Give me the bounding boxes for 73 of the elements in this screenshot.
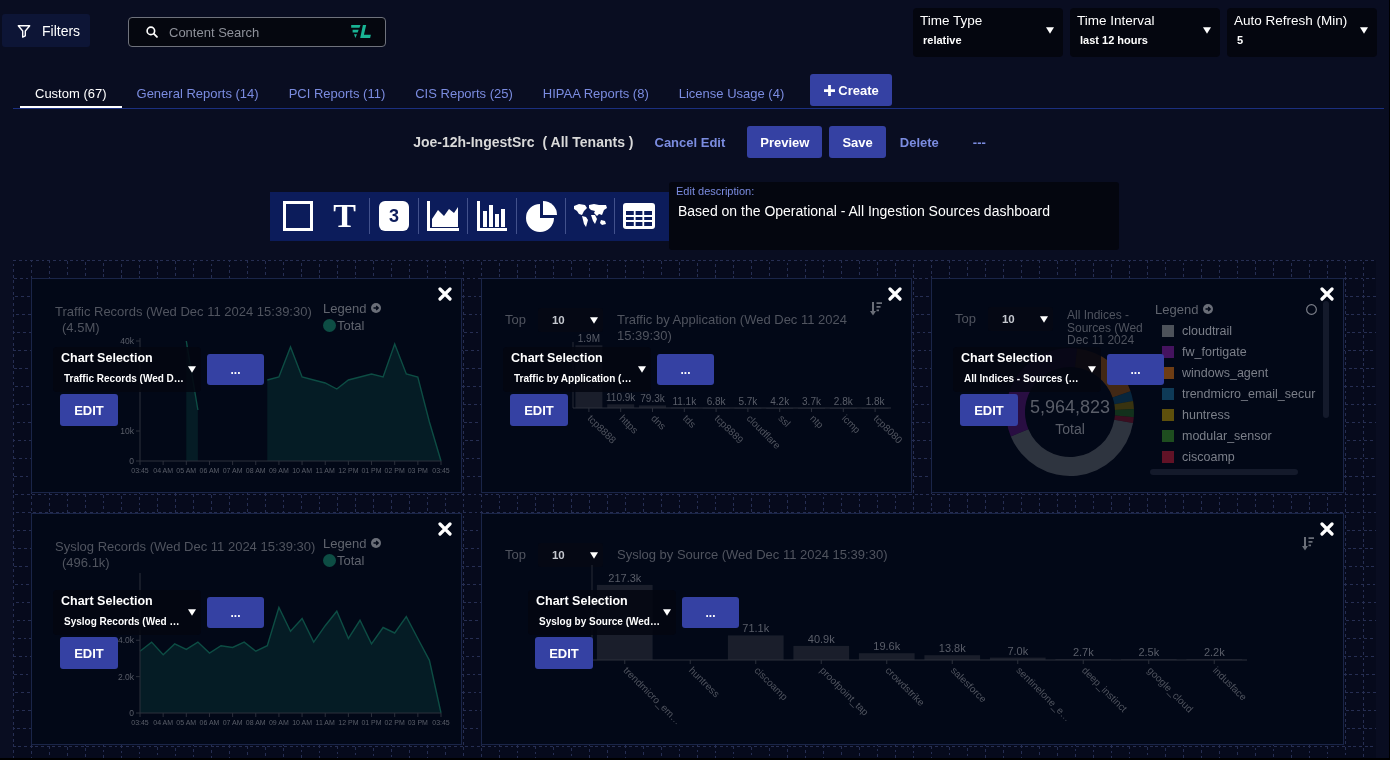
bar-value-label: 2.7k	[1072, 646, 1094, 659]
chart-title: Syslog Records (Wed Dec 11 2024 15:39:30)	[55, 539, 317, 555]
legend-title: Legend	[1155, 301, 1199, 317]
dropdown-label: Auto Refresh (Min)	[1234, 13, 1349, 28]
chart-total: (496.1k)	[61, 555, 110, 571]
bar-value-label: 1.8k	[865, 395, 885, 407]
dropdown-label: Time Interval	[1077, 13, 1156, 28]
legend-label: windows_agent	[1182, 365, 1269, 380]
legend-label: fw_fortigate	[1182, 344, 1247, 359]
axis-tick-label: 0	[129, 456, 134, 466]
dropdown-label: Chart Selection	[536, 594, 629, 609]
dropdown-value: Syslog Records (Wed …	[63, 616, 181, 628]
dropdown-label: Chart Selection	[961, 351, 1054, 366]
chart-title: Syslog by Source (Wed Dec 11 2024 15:39:30)	[616, 546, 889, 563]
dropdown-value: last 12 hours	[1079, 34, 1149, 47]
field-label: Edit description:	[676, 185, 755, 198]
bar-value-label: 110.9k	[606, 392, 636, 404]
bar-value-label: 11.1k	[672, 395, 697, 407]
bar-value-label: 6.8k	[706, 395, 726, 407]
axis-category-label: tds	[680, 412, 699, 430]
axis-category-label: ssl	[776, 412, 793, 430]
legend-label: trendmicro_email_secur	[1182, 386, 1316, 401]
bar-value-label: 79.3k	[640, 393, 665, 405]
dropdown-value: Syslog by Source (Wed…	[538, 616, 660, 628]
axis-tick-label: 40k	[120, 336, 134, 346]
legend-label: huntress	[1182, 407, 1230, 422]
bar-value-label: 2.8k	[833, 395, 853, 407]
axis-tick-label: 4.0k	[117, 635, 134, 646]
bar-value-label: 40.9k	[807, 632, 835, 645]
legend-title: Legend	[323, 535, 367, 551]
chart-title: All Indices - Sources (Wed Dec 11 2024	[1066, 307, 1144, 347]
dropdown-label: Chart Selection	[61, 594, 154, 609]
bar-value-label: 4.2k	[770, 395, 790, 407]
axis-tick-label: 0	[129, 708, 134, 718]
report-scope: ( All Tenants )	[542, 134, 634, 150]
bar-value-label: 5.7k	[738, 395, 758, 407]
axis-tick-label: 10k	[120, 426, 134, 436]
donut-total-value: 5,964,823	[1029, 396, 1111, 417]
dropdown-label: Time Type	[920, 13, 984, 28]
dropdown-label: Chart Selection	[61, 351, 154, 366]
bar-value-label: 3.7k	[802, 395, 821, 407]
top-label: Top	[955, 310, 976, 328]
axis-tick-label: 2.0k	[117, 671, 134, 682]
dropdown-value: Traffic Records (Wed D…	[63, 373, 185, 385]
bar-value-label: 7.0k	[1007, 644, 1029, 657]
axis-category-label: ntp	[808, 412, 826, 431]
dropdown-value: relative	[922, 34, 963, 47]
dropdown-label: Chart Selection	[511, 351, 604, 366]
bar-value-label: 13.8k	[938, 642, 966, 655]
report-name: Joe-12h-IngestSrc	[413, 134, 535, 150]
dropdown-value: 5	[1236, 34, 1245, 47]
bar-value-label: 71.1k	[742, 622, 770, 635]
legend-label: ciscoamp	[1182, 449, 1235, 464]
legend-label: Total	[337, 318, 365, 333]
legend-label: Total	[337, 553, 365, 568]
chart-total: (4.5M)	[61, 320, 100, 336]
axis-category-label: dns	[649, 412, 669, 432]
dropdown-value: All Indices - Sources (…	[963, 373, 1080, 385]
bar-value-label: 2.5k	[1138, 646, 1160, 659]
chart-title: Traffic Records (Wed Dec 11 2024 15:39:30)	[55, 304, 313, 320]
bar-value-label: 19.6k	[873, 640, 901, 653]
field-value: Based on the Operational - All Ingestion Sources dashboard	[677, 203, 1051, 219]
donut-total-label: Total	[1055, 420, 1085, 437]
legend-title: Legend	[323, 300, 367, 316]
chart-title: Traffic by Application (Wed Dec 11 2024 15:39:30)	[616, 311, 848, 344]
dropdown-value: Traffic by Application (…	[513, 373, 633, 385]
legend-label: modular_sensor	[1182, 428, 1272, 443]
bar-value-label: 1.9M	[577, 333, 600, 345]
bar-value-label: 217.3k	[608, 571, 642, 584]
legend-label: cloudtrail	[1182, 323, 1233, 338]
top-label: Top	[505, 311, 526, 329]
top-label: Top	[505, 546, 526, 564]
bar-value-label: 2.2k	[1203, 646, 1225, 659]
